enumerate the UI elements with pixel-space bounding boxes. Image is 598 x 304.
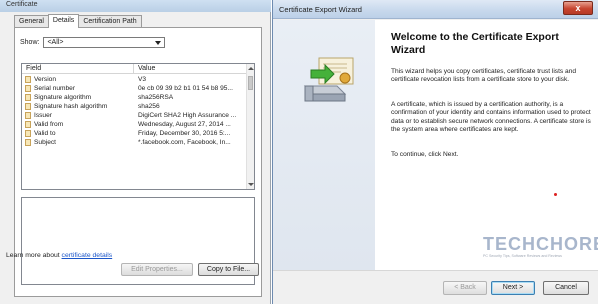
field-icon bbox=[25, 130, 31, 137]
field-name: Valid to bbox=[34, 130, 56, 137]
show-dropdown[interactable]: <All> bbox=[43, 37, 166, 48]
field-icon bbox=[25, 139, 31, 146]
scroll-down-icon[interactable] bbox=[248, 183, 254, 186]
cancel-button[interactable]: Cancel bbox=[543, 281, 589, 295]
wizard-window-title: Certificate Export Wizard bbox=[279, 5, 362, 14]
field-name: Signature algorithm bbox=[34, 94, 92, 101]
field-name: Issuer bbox=[34, 112, 52, 119]
close-button[interactable]: x bbox=[563, 1, 593, 15]
wizard-description-text: A certificate, which is issued by a cert… bbox=[391, 101, 591, 133]
edit-properties-button[interactable]: Edit Properties... bbox=[121, 263, 193, 276]
field-icon bbox=[25, 112, 31, 119]
wizard-continue-text: To continue, click Next. bbox=[391, 151, 459, 158]
list-header: Field Value bbox=[22, 64, 248, 74]
list-rows: Version V3 Serial number 0e cb 09 39 b2 … bbox=[22, 75, 248, 147]
show-label: Show: bbox=[20, 39, 40, 46]
field-name: Subject bbox=[34, 139, 56, 146]
learn-more-prefix: Learn more about bbox=[6, 252, 60, 259]
certificate-export-wizard: Certificate Export Wizard x Welcome to t… bbox=[272, 0, 598, 304]
field-icon bbox=[25, 121, 31, 128]
list-item[interactable]: Subject *.facebook.com, Facebook, In... bbox=[22, 138, 248, 147]
certificate-window-title: Certificate bbox=[0, 0, 271, 12]
column-header-field[interactable]: Field bbox=[22, 64, 134, 73]
wizard-heading: Welcome to the Certificate Export Wizard bbox=[391, 31, 559, 56]
field-value: *.facebook.com, Facebook, In... bbox=[138, 139, 231, 146]
tab-strip: General Details Certification Path bbox=[14, 14, 142, 28]
field-value: Friday, December 30, 2016 5:... bbox=[138, 130, 231, 137]
wizard-intro-text: This wizard helps you copy certificates,… bbox=[391, 68, 577, 84]
field-icon bbox=[25, 94, 31, 101]
field-value: sha256 bbox=[138, 103, 160, 110]
field-icon bbox=[25, 85, 31, 92]
certificate-details-link[interactable]: certificate details bbox=[62, 252, 113, 259]
list-item[interactable]: Serial number 0e cb 09 39 b2 b1 01 54 b8… bbox=[22, 84, 248, 93]
cursor-dot bbox=[554, 193, 557, 196]
close-icon: x bbox=[575, 3, 581, 13]
list-item[interactable]: Signature hash algorithm sha256 bbox=[22, 102, 248, 111]
list-item[interactable]: Signature algorithm sha256RSA bbox=[22, 93, 248, 102]
field-icon bbox=[25, 103, 31, 110]
field-value: DigiCert SHA2 High Assurance ... bbox=[138, 112, 237, 119]
techchore-watermark-logo: TECHCHORE PC Security Tips, Software Rev… bbox=[483, 234, 598, 268]
certificate-dialog: Certificate General Details Certificatio… bbox=[0, 0, 271, 304]
field-name: Signature hash algorithm bbox=[34, 103, 108, 110]
back-button[interactable]: < Back bbox=[443, 281, 487, 295]
learn-more-text: Learn more about certificate details bbox=[6, 252, 112, 259]
list-item[interactable]: Valid to Friday, December 30, 2016 5:... bbox=[22, 129, 248, 138]
show-filter-row: Show: <All> bbox=[20, 37, 166, 48]
list-item[interactable]: Version V3 bbox=[22, 75, 248, 84]
watermark-subtitle: PC Security Tips, Software Reviews and R… bbox=[483, 254, 562, 258]
tab-details[interactable]: Details bbox=[47, 14, 80, 28]
chevron-down-icon bbox=[155, 41, 162, 45]
field-name: Version bbox=[34, 76, 56, 83]
list-scrollbar[interactable] bbox=[246, 64, 254, 189]
field-icon bbox=[25, 76, 31, 83]
field-value: 0e cb 09 39 b2 b1 01 54 b8 95... bbox=[138, 85, 233, 92]
certificate-wizard-icon bbox=[303, 57, 354, 102]
list-item[interactable]: Valid from Wednesday, August 27, 2014 ..… bbox=[22, 120, 248, 129]
next-button[interactable]: Next > bbox=[491, 281, 535, 295]
column-header-value[interactable]: Value bbox=[134, 64, 155, 73]
scroll-up-icon[interactable] bbox=[248, 67, 254, 70]
scroll-thumb[interactable] bbox=[248, 76, 253, 90]
show-dropdown-value: <All> bbox=[47, 39, 64, 46]
field-value: V3 bbox=[138, 76, 147, 83]
field-value: sha256RSA bbox=[138, 94, 174, 101]
list-item[interactable]: Issuer DigiCert SHA2 High Assurance ... bbox=[22, 111, 248, 120]
wizard-footer: < Back Next > Cancel bbox=[273, 270, 598, 304]
field-name: Valid from bbox=[34, 121, 64, 128]
field-name: Serial number bbox=[34, 85, 76, 92]
wizard-side-panel bbox=[273, 20, 375, 270]
wizard-content: Welcome to the Certificate Export Wizard… bbox=[375, 20, 598, 270]
field-value: Wednesday, August 27, 2014 ... bbox=[138, 121, 231, 128]
watermark-title: TECHCHORE bbox=[483, 234, 598, 254]
fields-list[interactable]: Field Value Version V3 Serial number 0e … bbox=[21, 63, 255, 190]
copy-to-file-button[interactable]: Copy to File... bbox=[198, 263, 259, 276]
wizard-titlebar: Certificate Export Wizard x bbox=[273, 0, 598, 19]
